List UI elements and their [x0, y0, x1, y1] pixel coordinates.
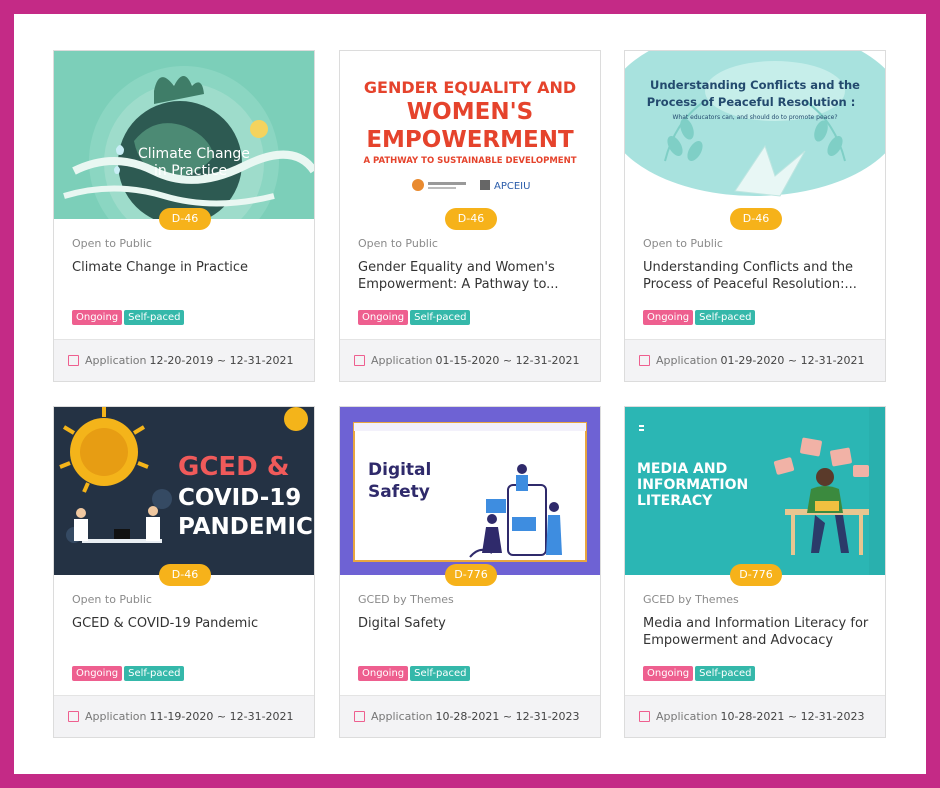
calendar-icon: [639, 710, 650, 722]
application-dates: Application 10-28-2021 ~ 12-31-2023: [340, 695, 600, 737]
days-left-badge: D-46: [159, 564, 211, 586]
course-tags: Ongoing Self-paced: [358, 661, 472, 681]
status-tag: Ongoing: [358, 310, 409, 325]
course-thumbnail[interactable]: Understanding Conflicts and the Process …: [625, 51, 885, 219]
thumb-title-line: PANDEMIC: [178, 514, 313, 540]
thumb-title-line: LITERACY: [637, 493, 713, 509]
date-range: 01-29-2020 ~ 12-31-2021: [720, 354, 865, 367]
application-dates: Application 11-19-2020 ~ 12-31-2021: [54, 695, 314, 737]
course-tags: Ongoing Self-paced: [72, 305, 186, 325]
status-tag: Ongoing: [72, 666, 123, 681]
course-tags: Ongoing Self-paced: [643, 661, 757, 681]
course-category: Open to Public: [72, 593, 152, 606]
status-tag: Ongoing: [643, 310, 694, 325]
pace-tag: Self-paced: [695, 666, 756, 681]
course-category: Open to Public: [72, 237, 152, 250]
course-tags: Ongoing Self-paced: [72, 661, 186, 681]
date-range: 11-19-2020 ~ 12-31-2021: [149, 710, 294, 723]
thumb-title-line: Climate Change: [138, 146, 250, 162]
course-thumbnail[interactable]: Climate Change in Practice: [54, 51, 314, 219]
days-left-badge: D-46: [159, 208, 211, 230]
course-tags: Ongoing Self-paced: [358, 305, 472, 325]
thumb-title-line: GCED &: [178, 452, 290, 482]
pace-tag: Self-paced: [124, 666, 185, 681]
application-dates: Application 10-28-2021 ~ 12-31-2023: [625, 695, 885, 737]
date-label: Application: [85, 354, 147, 367]
date-label: Application: [85, 710, 147, 723]
status-tag: Ongoing: [643, 666, 694, 681]
course-category: GCED by Themes: [358, 593, 454, 606]
thumb-title-line: WOMEN'S: [407, 99, 533, 125]
course-category: GCED by Themes: [643, 593, 739, 606]
days-left-badge: D-46: [730, 208, 782, 230]
thumb-title-line: Digital: [368, 460, 431, 480]
date-label: Application: [656, 354, 718, 367]
thumb-title-line: A PATHWAY TO SUSTAINABLE DEVELOPMENT: [363, 156, 576, 166]
thumb-title-line: in Practice: [154, 163, 227, 179]
course-thumbnail[interactable]: Digital Safety: [340, 407, 600, 575]
application-dates: Application 01-29-2020 ~ 12-31-2021: [625, 339, 885, 381]
thumb-title-line: EMPOWERMENT: [366, 127, 574, 153]
days-left-badge: D-776: [445, 564, 497, 586]
course-title[interactable]: GCED & COVID-19 Pandemic: [72, 615, 298, 632]
thumb-title-line: Safety: [368, 482, 430, 502]
pace-tag: Self-paced: [124, 310, 185, 325]
course-card-digital-safety[interactable]: Digital Safety D-776 GCED by Themes Digi…: [339, 406, 601, 738]
calendar-icon: [68, 710, 79, 722]
thumb-subtitle: What educators can, and should do to pro…: [673, 114, 838, 121]
thumb-title-line: INFORMATION: [637, 477, 748, 493]
course-tags: Ongoing Self-paced: [643, 305, 757, 325]
date-range: 10-28-2021 ~ 12-31-2023: [720, 710, 865, 723]
calendar-icon: [68, 354, 79, 366]
course-title[interactable]: Climate Change in Practice: [72, 259, 298, 276]
course-title[interactable]: Gender Equality and Women's Empowerment:…: [358, 259, 584, 293]
status-tag: Ongoing: [72, 310, 123, 325]
course-card-media-literacy[interactable]: MEDIA AND INFORMATION LITERACY D-776 GCE…: [624, 406, 886, 738]
date-range: 01-15-2020 ~ 12-31-2021: [435, 354, 580, 367]
course-title[interactable]: Digital Safety: [358, 615, 584, 632]
date-label: Application: [656, 710, 718, 723]
course-title[interactable]: Understanding Conflicts and the Process …: [643, 259, 869, 293]
thumb-title-line: COVID-19: [178, 485, 301, 511]
application-dates: Application 12-20-2019 ~ 12-31-2021: [54, 339, 314, 381]
course-thumbnail[interactable]: MEDIA AND INFORMATION LITERACY: [625, 407, 885, 575]
course-card-gced-covid[interactable]: GCED & COVID-19 PANDEMIC D-46 Open to Pu…: [53, 406, 315, 738]
calendar-icon: [354, 710, 365, 722]
course-category: Open to Public: [358, 237, 438, 250]
date-range: 10-28-2021 ~ 12-31-2023: [435, 710, 580, 723]
thumb-logo-text: APCEIU: [494, 181, 530, 192]
course-title[interactable]: Media and Information Literacy for Empow…: [643, 615, 869, 649]
thumb-title-line: Understanding Conflicts and the: [650, 78, 860, 92]
date-label: Application: [371, 354, 433, 367]
pace-tag: Self-paced: [410, 310, 471, 325]
thumb-title-line: GENDER EQUALITY AND: [364, 78, 576, 97]
pace-tag: Self-paced: [410, 666, 471, 681]
thumb-title-line: MEDIA AND: [637, 461, 727, 477]
course-card-peaceful-resolution[interactable]: Understanding Conflicts and the Process …: [624, 50, 886, 382]
status-tag: Ongoing: [358, 666, 409, 681]
days-left-badge: D-46: [445, 208, 497, 230]
date-label: Application: [371, 710, 433, 723]
days-left-badge: D-776: [730, 564, 782, 586]
course-category: Open to Public: [643, 237, 723, 250]
course-card-gender-equality[interactable]: GENDER EQUALITY AND WOMEN'S EMPOWERMENT …: [339, 50, 601, 382]
thumb-title-line: Process of Peaceful Resolution :: [647, 95, 856, 109]
course-card-climate[interactable]: Climate Change in Practice D-46 Open to …: [53, 50, 315, 382]
page-frame: Climate Change in Practice D-46 Open to …: [14, 14, 926, 774]
application-dates: Application 01-15-2020 ~ 12-31-2021: [340, 339, 600, 381]
course-thumbnail[interactable]: GCED & COVID-19 PANDEMIC: [54, 407, 314, 575]
calendar-icon: [639, 354, 650, 366]
pace-tag: Self-paced: [695, 310, 756, 325]
calendar-icon: [354, 354, 365, 366]
date-range: 12-20-2019 ~ 12-31-2021: [149, 354, 294, 367]
course-thumbnail[interactable]: GENDER EQUALITY AND WOMEN'S EMPOWERMENT …: [340, 51, 600, 219]
